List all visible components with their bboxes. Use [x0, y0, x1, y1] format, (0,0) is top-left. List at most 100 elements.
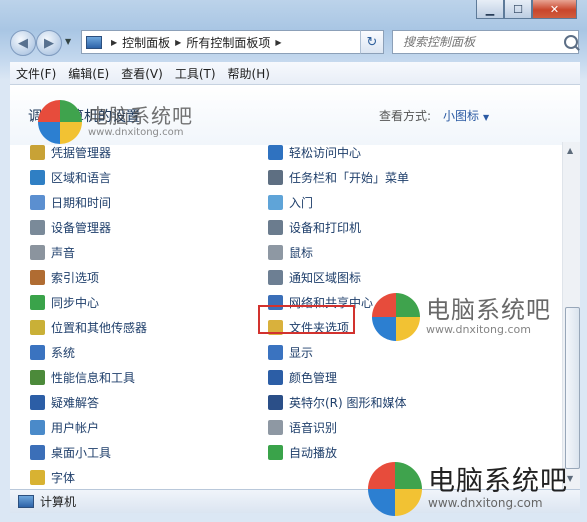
- close-button[interactable]: ✕: [532, 0, 577, 19]
- mouse-icon: [268, 244, 283, 260]
- menu-file[interactable]: 文件(F): [10, 65, 62, 82]
- item-credential-manager[interactable]: 凭据管理器: [30, 142, 111, 162]
- item-system[interactable]: 系统: [30, 342, 75, 362]
- item-label[interactable]: 疑难解答: [51, 394, 99, 411]
- breadcrumb-control-panel[interactable]: 控制面板: [122, 34, 170, 51]
- gadgets-icon: [30, 444, 45, 460]
- menu-tools[interactable]: 工具(T): [169, 65, 222, 82]
- item-label[interactable]: 语音识别: [289, 419, 337, 436]
- item-performance[interactable]: 性能信息和工具: [30, 367, 135, 387]
- recent-pages-dropdown[interactable]: ▼: [65, 37, 71, 46]
- search-input[interactable]: [401, 34, 560, 50]
- forward-button[interactable]: ▶: [36, 30, 62, 56]
- item-device-manager[interactable]: 设备管理器: [30, 217, 111, 237]
- item-user-accounts[interactable]: 用户帐户: [30, 417, 99, 437]
- watermark-text: 电脑系统吧: [428, 465, 568, 497]
- item-fonts[interactable]: 字体: [30, 467, 75, 487]
- content-pane: 调整计算机的设置 查看方式: 小图标 ▼ 凭据管理器 区域和语言 日期和时间 设备管理器…: [10, 85, 580, 489]
- item-label[interactable]: 系统: [51, 344, 75, 361]
- color-management-icon: [268, 369, 283, 385]
- breadcrumb-arrow-icon[interactable]: ▶: [111, 38, 117, 47]
- item-notification[interactable]: 通知区域图标: [268, 267, 361, 287]
- status-text: 计算机: [40, 495, 77, 509]
- scroll-up-icon[interactable]: ▲: [567, 146, 573, 155]
- intel-graphics-icon: [268, 394, 283, 410]
- maximize-button[interactable]: ☐: [504, 0, 532, 19]
- item-label[interactable]: 设备管理器: [51, 219, 111, 236]
- item-gadgets[interactable]: 桌面小工具: [30, 442, 111, 462]
- watermark-url: www.dnxitong.com: [88, 127, 184, 138]
- watermark-logo-icon: [38, 100, 82, 144]
- item-label[interactable]: 通知区域图标: [289, 269, 361, 286]
- item-label[interactable]: 索引选项: [51, 269, 99, 286]
- menu-edit[interactable]: 编辑(E): [62, 65, 115, 82]
- watermark-text: 电脑系统吧: [88, 104, 193, 128]
- view-by-value[interactable]: 小图标: [443, 109, 479, 123]
- item-calendar[interactable]: 日期和时间: [30, 192, 111, 212]
- item-speaker[interactable]: 声音: [30, 242, 75, 262]
- item-taskbar[interactable]: 任务栏和「开始」菜单: [268, 167, 409, 187]
- item-label[interactable]: 颜色管理: [289, 369, 337, 386]
- item-label[interactable]: 用户帐户: [51, 419, 99, 436]
- item-label[interactable]: 显示: [289, 344, 313, 361]
- microphone-icon: [268, 419, 283, 435]
- item-mouse[interactable]: 鼠标: [268, 242, 313, 262]
- item-autoplay[interactable]: 自动播放: [268, 442, 337, 462]
- item-ease-of-access[interactable]: 轻松访问中心: [268, 142, 361, 162]
- item-sensor[interactable]: 位置和其他传感器: [30, 317, 147, 337]
- item-label[interactable]: 任务栏和「开始」菜单: [289, 169, 409, 186]
- item-intel-graphics[interactable]: 英特尔(R) 图形和媒体: [268, 392, 407, 412]
- chevron-down-icon[interactable]: ▼: [483, 113, 489, 122]
- item-getting-started[interactable]: 入门: [268, 192, 313, 212]
- watermark-logo-icon: [368, 462, 422, 516]
- breadcrumb-arrow-icon[interactable]: ▶: [275, 38, 281, 47]
- globe-icon: [30, 169, 45, 185]
- item-color-management[interactable]: 颜色管理: [268, 367, 337, 387]
- refresh-button[interactable]: ↻: [360, 30, 384, 54]
- item-label[interactable]: 位置和其他传感器: [51, 319, 147, 336]
- search-box[interactable]: [392, 30, 579, 54]
- item-sync[interactable]: 同步中心: [30, 292, 99, 312]
- item-label[interactable]: 英特尔(R) 图形和媒体: [289, 394, 407, 411]
- menu-help[interactable]: 帮助(H): [222, 65, 276, 82]
- address-bar[interactable]: ▶ 控制面板 ▶ 所有控制面板项 ▶ ▼: [81, 30, 383, 54]
- minimize-button[interactable]: ▁: [476, 0, 504, 19]
- item-microphone[interactable]: 语音识别: [268, 417, 337, 437]
- performance-icon: [30, 369, 45, 385]
- item-label[interactable]: 日期和时间: [51, 194, 111, 211]
- breadcrumb-arrow-icon[interactable]: ▶: [175, 38, 181, 47]
- view-by-dropdown[interactable]: 小图标 ▼: [443, 107, 489, 124]
- vertical-scrollbar[interactable]: ▲ ▼: [562, 142, 580, 489]
- item-label[interactable]: 凭据管理器: [51, 144, 111, 161]
- item-label[interactable]: 轻松访问中心: [289, 144, 361, 161]
- menu-view[interactable]: 查看(V): [115, 65, 169, 82]
- item-label[interactable]: 自动播放: [289, 444, 337, 461]
- breadcrumb-all-items[interactable]: 所有控制面板项: [186, 34, 270, 51]
- back-button[interactable]: ◀: [10, 30, 36, 56]
- watermark-url: www.dnxitong.com: [428, 496, 543, 511]
- troubleshoot-icon: [30, 394, 45, 410]
- item-label[interactable]: 性能信息和工具: [51, 369, 135, 386]
- system-icon: [30, 344, 45, 360]
- device-manager-icon: [30, 219, 45, 235]
- scrollbar-thumb[interactable]: [565, 307, 580, 469]
- search-icon[interactable]: [564, 35, 578, 49]
- fonts-icon: [30, 469, 45, 485]
- item-label[interactable]: 入门: [289, 194, 313, 211]
- item-index[interactable]: 索引选项: [30, 267, 99, 287]
- item-label[interactable]: 桌面小工具: [51, 444, 111, 461]
- control-panel-icon: [86, 35, 102, 49]
- item-label[interactable]: 鼠标: [289, 244, 313, 261]
- menu-bar: 文件(F) 编辑(E) 查看(V) 工具(T) 帮助(H): [10, 62, 580, 85]
- item-globe[interactable]: 区域和语言: [30, 167, 111, 187]
- item-printer[interactable]: 设备和打印机: [268, 217, 361, 237]
- autoplay-icon: [268, 444, 283, 460]
- calendar-icon: [30, 194, 45, 210]
- item-label[interactable]: 区域和语言: [51, 169, 111, 186]
- item-label[interactable]: 声音: [51, 244, 75, 261]
- item-label[interactable]: 设备和打印机: [289, 219, 361, 236]
- item-troubleshoot[interactable]: 疑难解答: [30, 392, 99, 412]
- item-label[interactable]: 同步中心: [51, 294, 99, 311]
- item-label[interactable]: 字体: [51, 469, 75, 486]
- item-display[interactable]: 显示: [268, 342, 313, 362]
